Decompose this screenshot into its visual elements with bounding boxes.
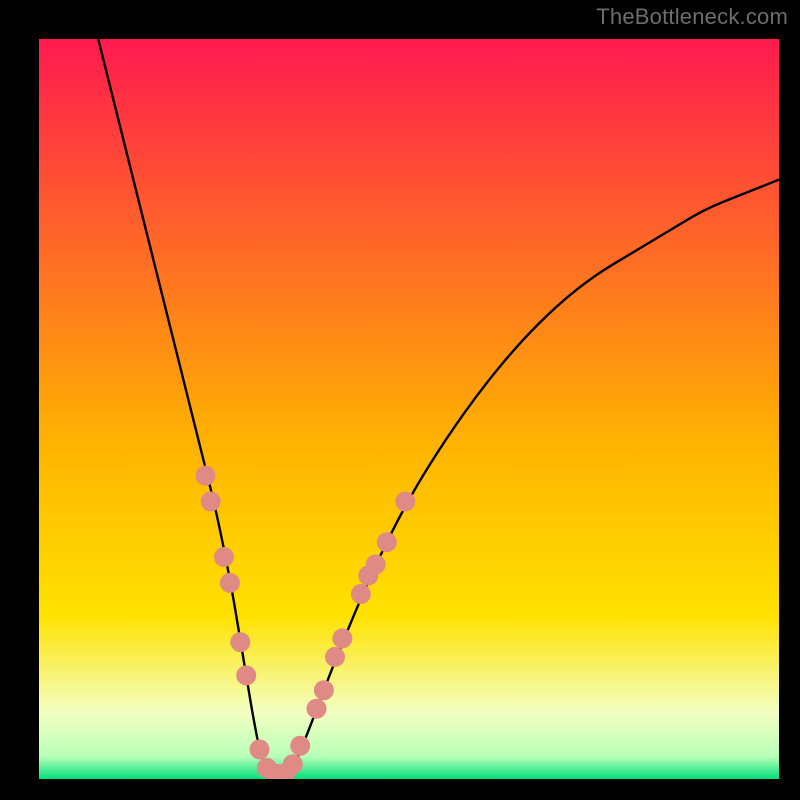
marker-dot	[196, 466, 216, 486]
marker-dot	[290, 736, 310, 756]
marker-dot	[332, 628, 352, 648]
marker-dot	[214, 547, 234, 567]
watermark: TheBottleneck.com	[596, 4, 788, 30]
marker-dot	[236, 665, 256, 685]
marker-dot	[377, 532, 397, 552]
marker-dot	[307, 699, 327, 719]
plot-area	[39, 39, 779, 779]
marker-dot	[250, 739, 270, 759]
chart-svg	[39, 39, 779, 779]
marker-dot	[220, 573, 240, 593]
marker-dot	[366, 554, 386, 574]
marker-dot	[325, 647, 345, 667]
marker-dot	[201, 492, 221, 512]
marker-dot	[230, 632, 250, 652]
marker-dot	[351, 584, 371, 604]
marker-dot	[283, 754, 303, 774]
gradient-background	[39, 39, 779, 779]
chart-frame: TheBottleneck.com	[0, 0, 800, 800]
marker-dot	[314, 680, 334, 700]
marker-dot	[395, 492, 415, 512]
